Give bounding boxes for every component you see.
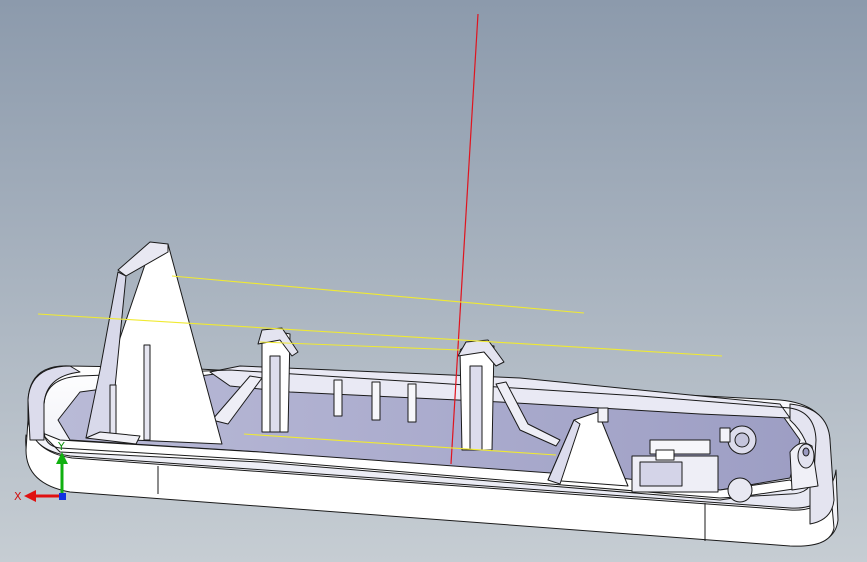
graphics-viewport[interactable]: X Y [0,0,867,562]
back-wall-rib-3 [407,383,417,423]
model-view[interactable]: X Y [0,0,867,562]
gear-knob-inner [734,432,750,448]
right-post-inner [469,365,483,451]
right-end-boss-hole [802,447,810,457]
left-support-slot-2 [109,384,117,441]
back-wall-rib-2 [371,381,381,421]
triad-z-origin-icon [59,493,66,500]
left-post-inner [269,355,281,433]
back-wall-rib-1 [333,379,343,417]
right-small-tab [719,427,731,443]
left-support-slot-1 [143,344,151,441]
latch-pin [655,449,675,461]
triad-x-label: X [14,490,22,503]
latch-block-inner [639,461,683,487]
triad-y-label: Y [57,440,65,453]
right-rim-tab [597,407,609,423]
lower-knob [727,477,753,503]
